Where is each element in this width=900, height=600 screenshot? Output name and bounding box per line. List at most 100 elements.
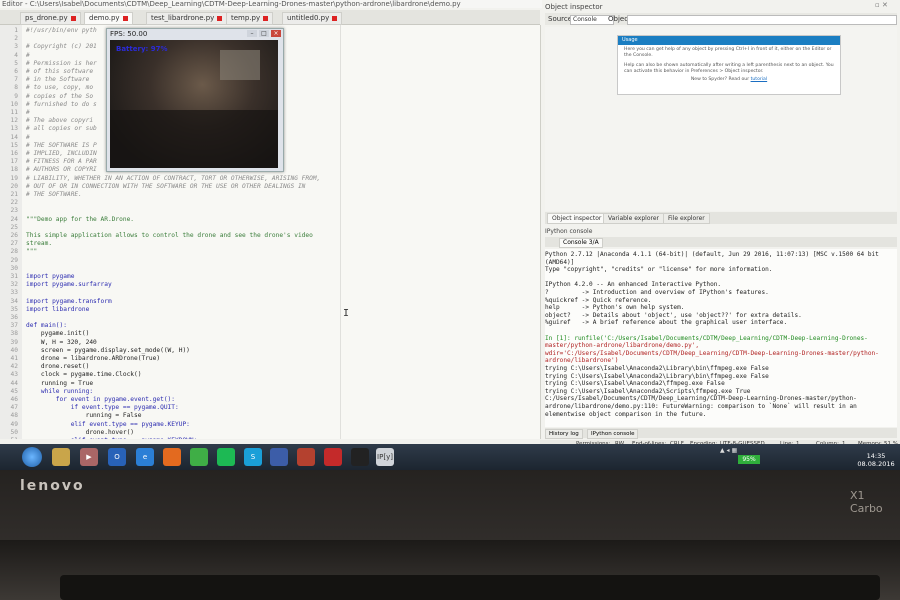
console-line: ardrone/libardrone/demo.py:110: FutureWa…: [545, 403, 857, 410]
line-number: 2: [14, 35, 18, 43]
console-bottom-tabs: History log IPython console: [545, 428, 897, 439]
console-line: ? -> Introduction and overview of IPytho…: [545, 289, 769, 296]
line-number: 22: [10, 199, 18, 207]
code-line: 42 drone.reset(): [0, 363, 540, 371]
outlook-icon[interactable]: O: [108, 448, 126, 466]
tutorial-link[interactable]: tutorial: [751, 77, 768, 82]
feed-shadow: [110, 110, 278, 168]
code-line: 33: [0, 289, 540, 297]
code-text: # furnished to do s: [26, 100, 97, 108]
code-text: """: [26, 248, 38, 256]
internet-explorer-icon[interactable]: e: [136, 448, 154, 466]
code-text: running = False: [26, 412, 142, 420]
code-text: #: [26, 133, 30, 141]
code-line: 29: [0, 257, 540, 265]
code-line: 22: [0, 199, 540, 207]
app-icon[interactable]: [270, 448, 288, 466]
code-line: 24 """Demo app for the AR.Drone.: [0, 216, 540, 224]
line-number: 28: [10, 248, 18, 256]
code-text: import pygame: [26, 273, 75, 280]
ipython-console[interactable]: Python 2.7.12 |Anaconda 4.1.1 (64-bit)| …: [545, 249, 897, 427]
line-number: 7: [14, 76, 18, 84]
code-text: if event.type == pygame.QUIT:: [26, 404, 179, 412]
code-line: 45 while running:: [0, 388, 540, 396]
drone-camera-window[interactable]: FPS: 50.00 – □ × Battery: 97%: [106, 28, 284, 172]
tab-history-log[interactable]: History log: [545, 429, 583, 439]
close-icon[interactable]: [122, 15, 128, 21]
close-icon[interactable]: [332, 15, 338, 21]
tab-ipython-console[interactable]: IPython console: [587, 429, 639, 439]
video-feed: Battery: 97%: [110, 40, 278, 168]
window-controls: – □ ×: [247, 30, 281, 38]
console-tabs: Console 3/A: [545, 237, 897, 248]
code-text: drone.hover(): [26, 428, 135, 436]
line-number: 38: [10, 330, 18, 338]
clock[interactable]: 14:35 08.08.2016: [856, 452, 896, 468]
skype-icon[interactable]: S: [244, 448, 262, 466]
object-input[interactable]: [627, 15, 897, 25]
code-text: screen = pygame.display.set_mode((W, H)): [26, 346, 190, 354]
code-text: #!/usr/bin/env pyth: [26, 27, 97, 34]
code-line: 44 running = True: [0, 380, 540, 388]
minimize-icon[interactable]: –: [247, 30, 257, 37]
firefox-icon[interactable]: [163, 448, 181, 466]
code-text: # OUT OF OR IN CONNECTION WITH THE SOFTW…: [26, 182, 306, 190]
ipython-taskbar-icon[interactable]: IP[y]: [376, 448, 394, 466]
console-line: wdir='C:/Users/Isabel/Documents/CDTM/Dee…: [545, 349, 879, 357]
console-line: trying C:\Users\Isabel\Anaconda2\Scripts…: [545, 387, 751, 395]
console-line: trying C:\Users\Isabel\Anaconda2\Library…: [545, 372, 769, 380]
console-line: help -> Python's own help system.: [545, 304, 685, 312]
line-number: 10: [10, 100, 18, 108]
code-text: # LIABILITY, WHETHER IN AN ACTION OF CON…: [26, 174, 321, 182]
close-icon[interactable]: [70, 15, 76, 21]
tab-file-explorer[interactable]: File explorer: [663, 213, 710, 224]
inspector-content: Usage Here you can get help of any objec…: [545, 27, 897, 211]
code-text: # all copies or sub: [26, 125, 97, 133]
tab-variable-explorer[interactable]: Variable explorer: [603, 213, 664, 224]
close-icon[interactable]: [263, 15, 269, 21]
tab-console-3a[interactable]: Console 3/A: [559, 238, 603, 248]
code-line: 26 This simple application allows to cont…: [0, 232, 540, 240]
tab-demo[interactable]: demo.py: [84, 12, 133, 25]
usage-text: Help can also be shown automatically aft…: [624, 63, 834, 74]
code-text: for event in pygame.event.get():: [26, 396, 176, 403]
line-number: 37: [10, 322, 18, 330]
chrome-icon[interactable]: [190, 448, 208, 466]
brand-logo: lenovo: [20, 478, 85, 494]
acrobat-icon[interactable]: [324, 448, 342, 466]
line-number: 50: [10, 428, 18, 436]
close-icon[interactable]: [217, 15, 223, 21]
system-tray-icons[interactable]: ▲ ◂ ▦: [720, 447, 737, 454]
tab-test-libardrone[interactable]: test_libardrone.py: [146, 12, 228, 25]
media-player-icon[interactable]: ▶: [80, 448, 98, 466]
code-text: import libardrone: [26, 305, 90, 313]
tab-object-inspector[interactable]: Object inspector: [547, 213, 607, 224]
code-text: def main():: [26, 322, 67, 330]
code-line: 25: [0, 224, 540, 232]
git-icon[interactable]: [297, 448, 315, 466]
close-icon[interactable]: ×: [271, 30, 281, 37]
terminal-icon[interactable]: [351, 448, 369, 466]
line-number: 9: [14, 92, 18, 100]
code-text: stream.: [26, 240, 53, 248]
screen: Editor - C:\Users\Isabel\Documents\CDTM\…: [0, 0, 900, 470]
tab-untitled0[interactable]: untitled0.py: [282, 12, 343, 25]
spotify-icon[interactable]: [217, 448, 235, 466]
clock-time: 14:35: [866, 452, 886, 460]
tab-temp[interactable]: temp.py: [226, 12, 274, 25]
line-number: 36: [10, 314, 18, 321]
line-number: 49: [10, 420, 18, 428]
line-number: 48: [10, 412, 18, 420]
maximize-icon[interactable]: □: [259, 30, 269, 37]
start-button[interactable]: [22, 447, 42, 467]
windows-taskbar: ▶ O e S IP[y] ▲ ◂ ▦: [0, 444, 900, 470]
tab-ps-drone[interactable]: ps_drone.py: [20, 12, 81, 25]
pane-controls-icon[interactable]: ▫ ✕: [875, 1, 888, 9]
battery-indicator[interactable]: 95%: [738, 455, 760, 464]
file-explorer-icon[interactable]: [52, 448, 70, 466]
code-text: elif event.type == pygame.KEYDOWN:: [26, 437, 198, 439]
code-line: 36: [0, 314, 540, 322]
line-number: 20: [10, 182, 18, 190]
line-number: 41: [10, 355, 18, 362]
code-line: 40 screen = pygame.display.set_mode((W, …: [0, 347, 540, 355]
